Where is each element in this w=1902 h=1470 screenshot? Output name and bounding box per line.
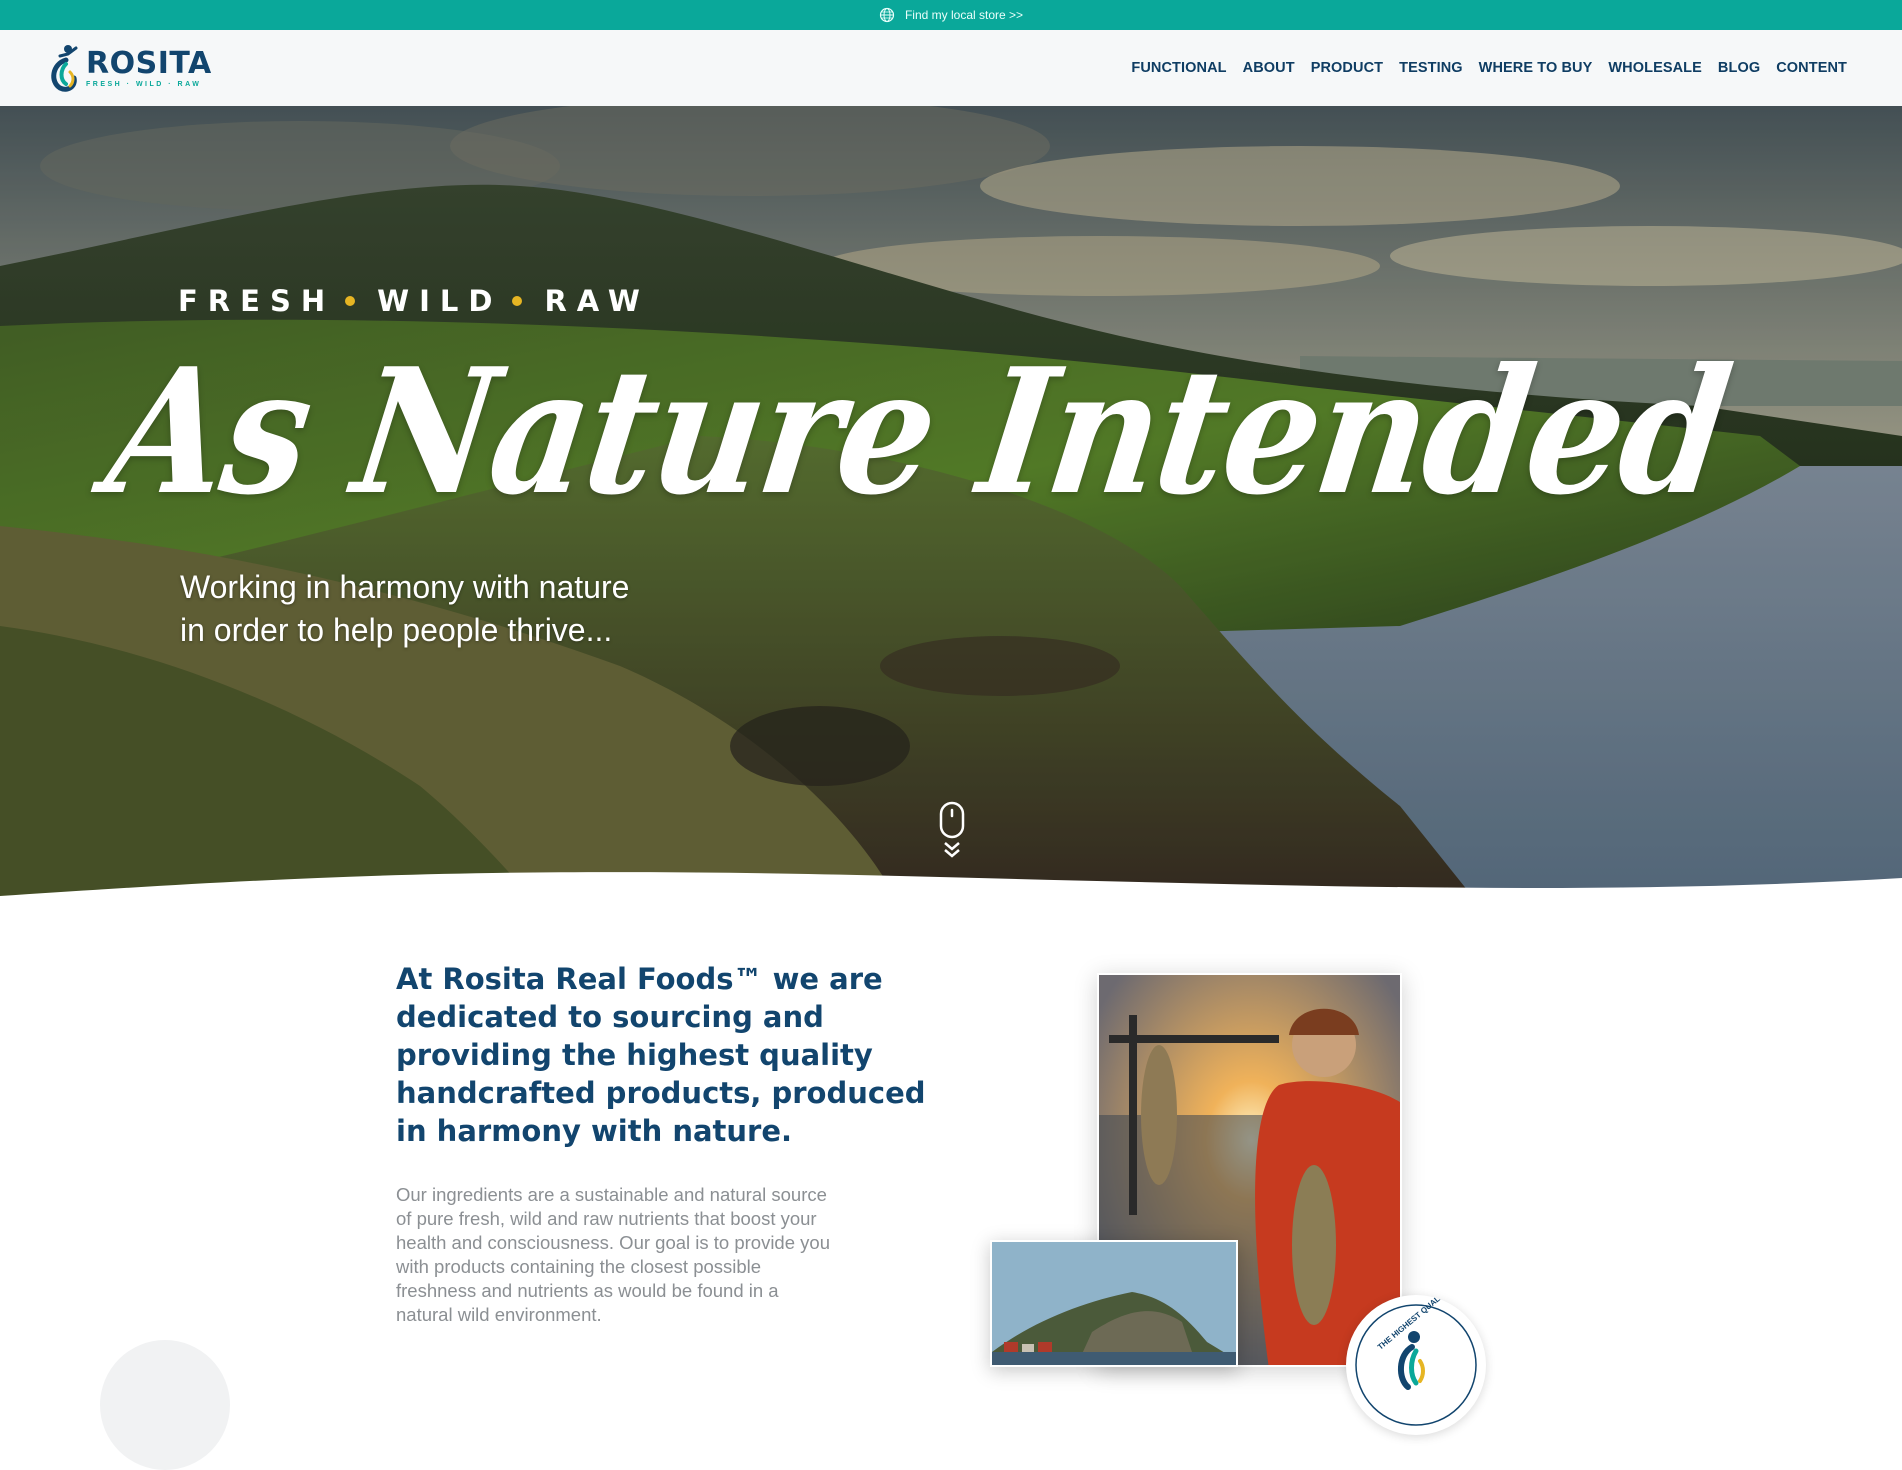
rosita-logo-mark-icon [51, 45, 78, 92]
hero-eyebrow: FRESH WILD RAW [178, 284, 650, 318]
eyebrow-fresh: FRESH [178, 284, 336, 318]
globe-icon [879, 7, 895, 23]
eyebrow-dot [512, 296, 523, 306]
eyebrow-wild: WILD [377, 284, 503, 318]
quality-badge-graphic: THE HIGHEST QUALITY [1355, 1295, 1477, 1426]
nav-where-to-buy[interactable]: WHERE TO BUY [1479, 60, 1593, 76]
decorative-circle [100, 1340, 230, 1470]
quality-badge: THE HIGHEST QUALITY [1346, 1295, 1486, 1435]
top-announcement-bar: Find my local store >> [0, 0, 1902, 30]
badge-text: THE HIGHEST QUALITY [1376, 1295, 1452, 1352]
rosita-logo[interactable]: ROSITA FRESH · WILD · RAW [46, 42, 212, 94]
nav-functional[interactable]: FUNCTIONAL [1131, 60, 1226, 76]
hero-subtitle-line1: Working in harmony with nature [180, 569, 630, 605]
hero-section: FRESH WILD RAW As Nature Intended Workin… [0, 106, 1902, 906]
intro-headline: At Rosita Real Foods™ we are dedicated t… [396, 962, 926, 1148]
nav-product[interactable]: PRODUCT [1311, 60, 1383, 76]
hero-subtitle-line2: in order to help people thrive... [180, 612, 613, 648]
nav-content[interactable]: CONTENT [1776, 60, 1847, 76]
nav-wholesale[interactable]: WHOLESALE [1608, 60, 1702, 76]
eyebrow-raw: RAW [544, 284, 650, 318]
harbor-photo [990, 1240, 1238, 1367]
intro-body: Our ingredients are a sustainable and na… [396, 1184, 830, 1325]
hero-subtitle: Working in harmony with nature in order … [180, 566, 740, 652]
hero-title: As Nature Intended [96, 331, 1740, 534]
nav-blog[interactable]: BLOG [1718, 60, 1760, 76]
nav-about[interactable]: ABOUT [1243, 60, 1295, 76]
logo-tagline: FRESH · WILD · RAW [86, 80, 202, 88]
harbor-image [992, 1242, 1236, 1365]
mouse-scroll-icon[interactable] [938, 801, 966, 861]
nav-testing[interactable]: TESTING [1399, 60, 1463, 76]
main-nav: FUNCTIONAL ABOUT PRODUCT TESTING WHERE T… [1131, 30, 1847, 106]
eyebrow-dot [345, 296, 356, 306]
find-local-store-link[interactable]: Find my local store >> [905, 8, 1023, 22]
logo-name: ROSITA [86, 45, 212, 81]
site-header: ROSITA FRESH · WILD · RAW FUNCTIONAL ABO… [0, 30, 1902, 106]
